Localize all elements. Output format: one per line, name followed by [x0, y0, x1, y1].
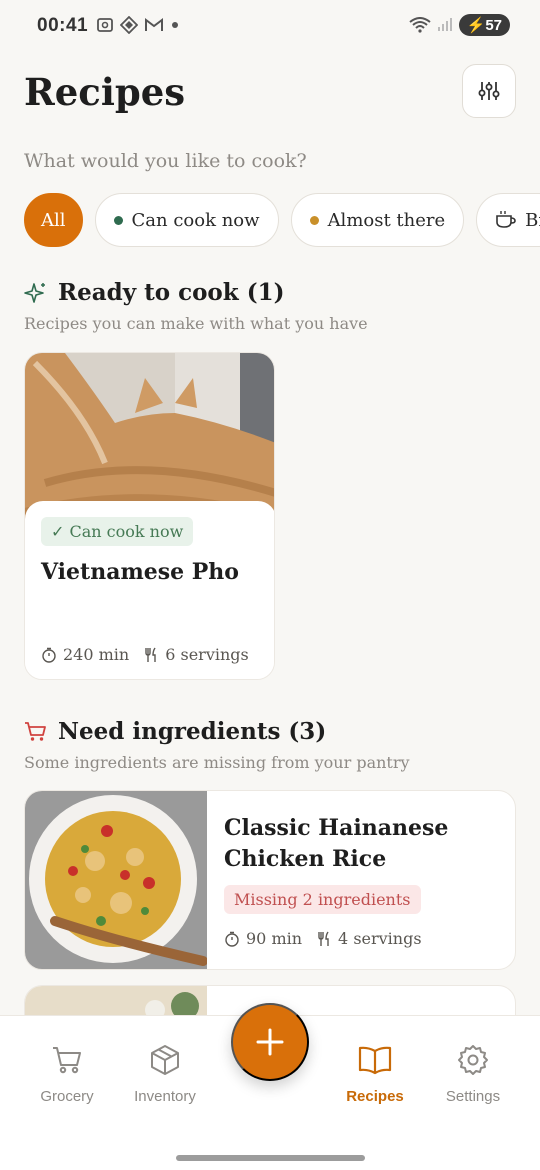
nav-grocery[interactable]: Grocery [17, 1042, 117, 1105]
timer-icon [225, 931, 239, 947]
ready-section-header: Ready to cook (1) [24, 279, 284, 306]
status-time: 00:41 [37, 15, 89, 36]
page-subtitle: What would you like to cook? [24, 150, 307, 172]
chip-label: All [41, 209, 66, 231]
need-section-title: Need ingredients (3) [58, 718, 327, 745]
chip-can-cook-now[interactable]: Can cook now [94, 193, 279, 247]
screenshot-icon [97, 18, 113, 32]
recipe-card-hainanese-chicken-rice[interactable]: Classic Hainanese Chicken Rice Missing 2… [24, 790, 516, 970]
utensils-icon [145, 647, 156, 662]
book-open-icon [358, 1046, 392, 1075]
add-button[interactable] [231, 1003, 309, 1081]
nav-inventory[interactable]: Inventory [115, 1042, 215, 1105]
diamond-app-icon [120, 16, 138, 34]
recipe-time: 240 min [63, 645, 130, 664]
signal-icon [437, 18, 452, 31]
filter-chips: All Can cook now Almost there Br [24, 193, 540, 247]
green-dot-icon [113, 215, 123, 225]
nav-grocery-label: Grocery [40, 1088, 94, 1105]
nav-recipes[interactable]: Recipes [325, 1042, 425, 1105]
box-icon [151, 1045, 179, 1075]
chip-almost-there[interactable]: Almost there [290, 193, 465, 247]
need-section-subtitle: Some ingredients are missing from your p… [24, 753, 410, 772]
recipe-time: 90 min [246, 929, 303, 948]
recipe-card-body: ✓ Can cook now Vietnamese Pho 240 min 6 … [25, 501, 274, 679]
ready-section-subtitle: Recipes you can make with what you have [24, 314, 368, 333]
status-notification-icons [96, 16, 180, 34]
nav-recipes-label: Recipes [346, 1088, 404, 1105]
cart-icon [25, 721, 46, 741]
page-title: Recipes [24, 70, 186, 114]
sliders-icon [478, 82, 500, 100]
chip-label: Can cook now [131, 209, 260, 231]
recipe-meta: 240 min 6 servings [41, 645, 249, 664]
recipe-photo [25, 791, 207, 969]
filter-settings-button[interactable] [462, 64, 516, 118]
shopping-cart-icon [53, 1047, 81, 1074]
recipe-meta: 90 min 4 servings [224, 929, 422, 948]
recipe-name: Classic Hainanese Chicken Rice [224, 815, 449, 872]
can-cook-badge: ✓ Can cook now [41, 517, 194, 546]
nav-settings[interactable]: Settings [423, 1042, 523, 1105]
sparkle-icon [24, 282, 45, 303]
recipe-card-vietnamese-pho[interactable]: ✓ Can cook now Vietnamese Pho 240 min 6 … [24, 352, 275, 680]
recipe-servings: 6 servings [165, 645, 249, 664]
chip-breakfast[interactable]: Br [476, 193, 540, 247]
amber-dot-icon [309, 215, 319, 225]
battery-level: 57 [485, 17, 502, 34]
plus-icon [256, 1028, 284, 1056]
missing-ingredients-badge: Missing 2 ingredients [224, 885, 421, 914]
ready-section-title: Ready to cook (1) [58, 279, 285, 306]
cup-icon [496, 211, 516, 228]
recipe-name: Vietnamese Pho [41, 559, 239, 585]
utensils-icon [318, 931, 329, 946]
recipe-servings: 4 servings [338, 929, 422, 948]
timer-icon [42, 647, 56, 663]
gear-icon [458, 1045, 488, 1075]
gmail-icon [145, 18, 163, 31]
status-system-icons: ⚡57 [409, 14, 510, 36]
status-bar: 00:41 ⚡57 [0, 0, 540, 56]
chip-all[interactable]: All [24, 193, 83, 247]
wifi-icon [409, 17, 431, 33]
more-dot-icon [172, 22, 178, 28]
home-indicator[interactable] [176, 1155, 365, 1161]
nav-inventory-label: Inventory [134, 1088, 196, 1105]
chip-label: Br [525, 209, 540, 231]
battery-indicator: ⚡57 [458, 14, 510, 36]
need-section-header: Need ingredients (3) [24, 718, 326, 745]
nav-settings-label: Settings [445, 1088, 501, 1105]
chip-label: Almost there [327, 209, 446, 231]
